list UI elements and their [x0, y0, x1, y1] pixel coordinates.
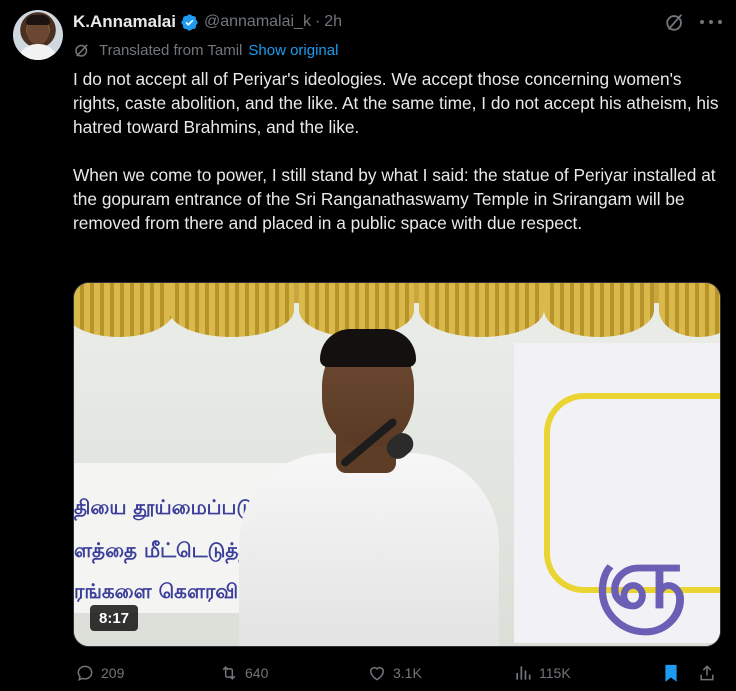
- banner-text-line: ரங்களை கௌரவி: [74, 579, 239, 603]
- view-count: 115K: [539, 665, 571, 681]
- banner-letter: ஞ: [594, 528, 687, 628]
- banner-text-line: ளத்தை மீட்டெடுத்த: [74, 538, 252, 562]
- translated-label: Translated from Tamil: [99, 41, 243, 59]
- author-name[interactable]: K.Annamalai: [73, 12, 176, 32]
- tweet-header: K.Annamalai @annamalai_k · 2h: [73, 11, 342, 33]
- tweet-paragraph-2: When we come to power, I still stand by …: [73, 165, 716, 233]
- like-count: 3.1K: [393, 665, 422, 681]
- translation-notice: Translated from Tamil Show original: [73, 40, 338, 60]
- avatar[interactable]: [13, 10, 63, 60]
- reply-icon: [77, 665, 93, 681]
- tweet-text: I do not accept all of Periyar's ideolog…: [73, 67, 723, 259]
- verified-badge-icon: [181, 13, 198, 31]
- views-chart-icon: [516, 666, 531, 680]
- share-button[interactable]: [697, 663, 723, 683]
- heart-icon: [370, 666, 384, 681]
- author-handle[interactable]: @annamalai_k: [204, 13, 311, 31]
- action-bar: 209 640 3.1K 115K: [73, 663, 723, 687]
- retweet-icon: [222, 666, 236, 680]
- views-button[interactable]: 115K: [513, 663, 571, 683]
- bookmark-button[interactable]: [661, 663, 687, 683]
- grok-icon[interactable]: [664, 11, 686, 33]
- more-options-icon[interactable]: [700, 12, 722, 32]
- share-icon: [700, 665, 714, 681]
- translate-icon: [75, 44, 88, 57]
- retweet-button[interactable]: 640: [219, 663, 268, 683]
- reply-count: 209: [101, 665, 125, 681]
- retweet-count: 640: [245, 665, 269, 681]
- bookmark-icon: [665, 664, 677, 682]
- tweet-paragraph-1: I do not accept all of Periyar's ideolog…: [73, 69, 719, 137]
- show-original-link[interactable]: Show original: [248, 42, 338, 59]
- reply-button[interactable]: 209: [75, 663, 124, 683]
- video-duration: 8:17: [90, 605, 139, 631]
- timestamp[interactable]: 2h: [324, 13, 342, 31]
- tweet[interactable]: K.Annamalai @annamalai_k · 2h Translated…: [0, 0, 736, 691]
- like-button[interactable]: 3.1K: [367, 663, 422, 683]
- separator: ·: [314, 13, 321, 30]
- video-player[interactable]: தியை தூய்மைப்படுத்த ளத்தை மீட்டெடுத்த ரங…: [73, 282, 721, 647]
